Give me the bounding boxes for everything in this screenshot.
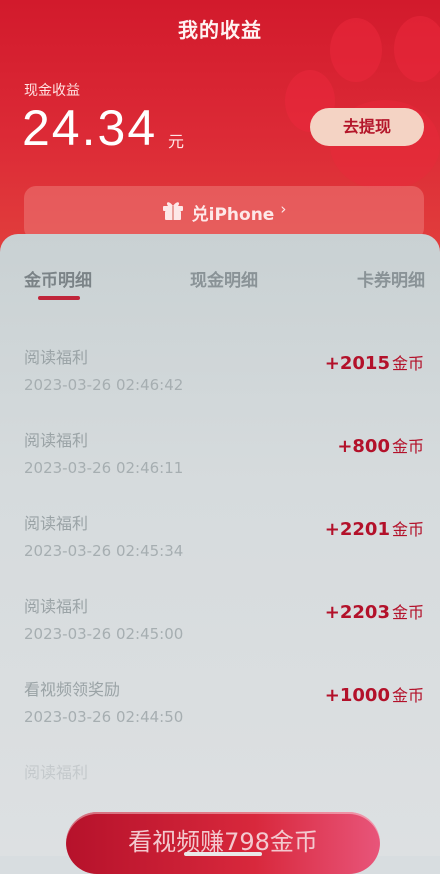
record-amount-value: +2015 — [324, 353, 390, 374]
record-amount-value: +800 — [337, 436, 390, 457]
record-amount: +1000 金币 — [325, 682, 424, 706]
record-name: 阅读福利 — [24, 514, 89, 533]
record-name: 阅读福利 — [24, 597, 89, 616]
record-name: 阅读福利 — [24, 431, 89, 450]
record-amount-value: +1000 — [324, 685, 390, 706]
list-item: 看视频领奖励 2023-03-26 02:44:50 +1000 金币 — [0, 670, 440, 753]
home-indicator — [184, 852, 262, 856]
cash-earnings-label: 现金收益 — [24, 83, 80, 99]
record-amount: +2203 金币 — [325, 599, 424, 623]
chevron-right-icon: › — [280, 200, 287, 218]
record-time: 2023-03-26 02:45:34 — [24, 542, 184, 560]
record-amount-value: +2203 — [324, 602, 390, 623]
gift-icon — [162, 200, 184, 220]
record-amount: +800 金币 — [337, 433, 424, 457]
record-amount-unit: 金币 — [391, 520, 424, 539]
watch-video-earn-button[interactable]: 看视频赚798金币 — [66, 812, 380, 874]
active-tab-indicator — [38, 296, 80, 300]
record-name: 阅读福利 — [24, 763, 89, 782]
withdraw-button[interactable]: 去提现 — [310, 108, 424, 146]
coin-record-list[interactable]: 阅读福利 2023-03-26 02:46:42 +2015 金币 阅读福利 20… — [0, 338, 440, 793]
list-item: 阅读福利 2023-03-26 02:45:00 +2203 金币 — [0, 587, 440, 670]
record-time: 2023-03-26 02:45:00 — [24, 625, 184, 643]
record-amount-unit: 金币 — [391, 437, 424, 456]
cash-earnings-amount: 24.34 — [22, 100, 158, 156]
exchange-iphone-label: 兑iPhone — [191, 205, 275, 225]
record-time: 2023-03-26 02:46:11 — [24, 459, 184, 477]
cash-unit: 元 — [168, 132, 185, 151]
tab-coin-details[interactable]: 金币明细 — [24, 266, 92, 291]
list-item: 阅读福利 — [0, 753, 440, 793]
exchange-iphone-button[interactable]: 兑iPhone › — [24, 186, 424, 240]
tab-coupon-details[interactable]: 卡券明细 — [357, 266, 425, 291]
record-name: 阅读福利 — [24, 348, 89, 367]
page-title: 我的收益 — [178, 18, 262, 42]
record-amount: +2201 金币 — [325, 516, 424, 540]
list-item: 阅读福利 2023-03-26 02:46:11 +800 金币 — [0, 421, 440, 504]
record-name: 看视频领奖励 — [24, 680, 121, 699]
details-panel: 金币明细 现金明细 卡券明细 阅读福利 2023-03-26 02:46:42 … — [0, 234, 440, 856]
record-amount-unit: 金币 — [391, 603, 424, 622]
record-amount: +2015 金币 — [325, 350, 424, 374]
record-time: 2023-03-26 02:46:42 — [24, 376, 184, 394]
tab-cash-details[interactable]: 现金明细 — [190, 266, 258, 291]
list-item: 阅读福利 2023-03-26 02:45:34 +2201 金币 — [0, 504, 440, 587]
detail-tabs: 金币明细 现金明细 卡券明细 — [0, 266, 440, 306]
list-item: 阅读福利 2023-03-26 02:46:42 +2015 金币 — [0, 338, 440, 421]
record-amount-value: +2201 — [324, 519, 390, 540]
record-time: 2023-03-26 02:44:50 — [24, 708, 184, 726]
record-amount-unit: 金币 — [391, 354, 424, 373]
record-amount-unit: 金币 — [391, 686, 424, 705]
